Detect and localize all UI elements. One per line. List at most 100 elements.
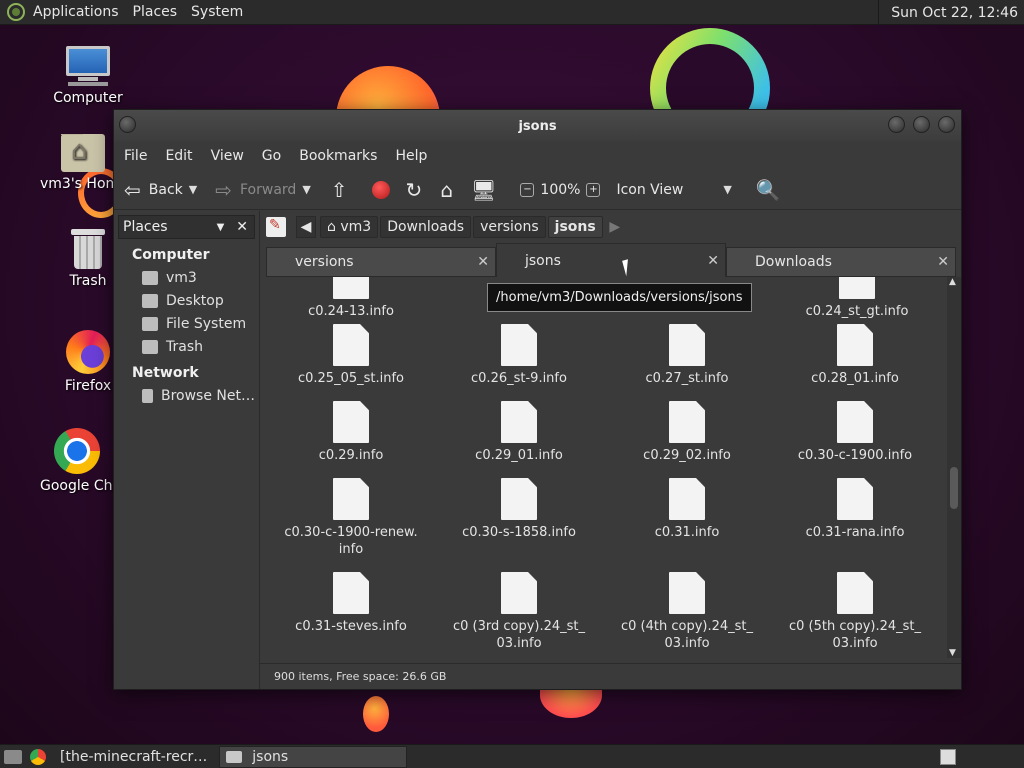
minimize-button[interactable] — [888, 116, 905, 133]
file-name: c0.29.info — [318, 448, 384, 463]
sidebar-item-trash[interactable]: Trash — [118, 336, 255, 359]
firefox-icon — [66, 330, 110, 374]
stop-button[interactable] — [371, 180, 390, 199]
up-button[interactable]: ⇧ — [331, 180, 356, 200]
back-history-dropdown-icon[interactable]: ▼ — [189, 183, 197, 196]
sidebar-item-desktop[interactable]: Desktop — [118, 290, 255, 313]
forward-arrow-icon: ⇨ — [215, 177, 232, 202]
chrome-icon — [30, 748, 46, 765]
status-text: 900 items, Free space: 26.6 GB — [274, 670, 447, 683]
distro-logo-icon[interactable] — [7, 3, 25, 21]
file-item[interactable]: c0.29_02.info — [602, 401, 772, 464]
file-item[interactable]: c0 (5th copy).24_st_ 03.info — [770, 572, 940, 652]
zoom-out-button[interactable]: − — [514, 182, 540, 197]
desktop-icon-computer[interactable]: Computer — [40, 46, 136, 106]
file-name: c0.24_st_gt.info — [805, 304, 909, 319]
file-item[interactable]: c0.24_st_gt.info — [772, 277, 942, 320]
close-icon[interactable]: ✕ — [937, 254, 949, 270]
tab-jsons[interactable]: jsons ✕ — [496, 243, 726, 277]
sidebar-item-file-system[interactable]: File System — [118, 313, 255, 336]
view-mode-select[interactable]: Icon View ▼ — [616, 182, 731, 198]
taskbar-item-chrome[interactable]: [the-minecraft-recr… — [54, 746, 215, 768]
menu-view[interactable]: View — [211, 148, 244, 164]
path-segment-vm3[interactable]: ⌂ vm3 — [320, 216, 379, 238]
path-segment-jsons[interactable]: jsons — [547, 216, 603, 238]
file-item[interactable]: c0.26_st-9.info — [434, 324, 604, 387]
home-icon — [142, 271, 158, 285]
computer-button[interactable]: 🖥 — [471, 180, 504, 200]
home-button[interactable]: ⌂ — [440, 180, 461, 200]
menubar: File Edit View Go Bookmarks Help — [114, 142, 961, 170]
file-name: c0.24-13.info — [308, 304, 394, 319]
trash-icon — [142, 340, 158, 354]
path-scroll-left-button[interactable]: ◀ — [296, 216, 316, 238]
menu-help[interactable]: Help — [395, 148, 427, 164]
menu-edit[interactable]: Edit — [165, 148, 192, 164]
vertical-scrollbar[interactable]: ▲ ▼ — [947, 277, 961, 658]
forward-history-dropdown-icon[interactable]: ▼ — [302, 183, 310, 196]
zoom-level[interactable]: 100% — [540, 182, 580, 198]
file-item[interactable]: c0.29_01.info — [434, 401, 604, 464]
file-name: c0.31-steves.info — [295, 619, 407, 634]
clock[interactable]: Sun Oct 22, 12:46 — [878, 0, 1024, 25]
path-segment-versions[interactable]: versions — [473, 216, 546, 238]
file-item[interactable]: c0.30-c-1900-renew. info — [266, 478, 436, 558]
back-button[interactable]: ⇦ Back ▼ — [124, 180, 197, 200]
file-icon — [837, 572, 873, 614]
menu-file[interactable]: File — [124, 148, 147, 164]
tab-versions[interactable]: versions ✕ — [266, 247, 496, 277]
sidebar-header[interactable]: Places ▼ ✕ — [118, 215, 255, 239]
file-item[interactable]: c0.29.info — [266, 401, 436, 464]
path-segment-downloads[interactable]: Downloads — [380, 216, 472, 238]
computer-icon: 🖥 — [471, 177, 497, 202]
taskbar-item-label: jsons — [252, 748, 289, 765]
close-icon[interactable]: ✕ — [707, 253, 719, 269]
tab-downloads[interactable]: Downloads ✕ — [726, 247, 956, 277]
scroll-down-icon[interactable]: ▼ — [949, 648, 956, 658]
menu-places[interactable]: Places — [133, 4, 178, 20]
desktop-icon-label: Trash — [69, 273, 107, 289]
forward-label: Forward — [240, 181, 297, 198]
home-folder-icon — [61, 134, 105, 172]
chevron-down-icon: ▼ — [216, 221, 225, 233]
close-icon[interactable]: ✕ — [477, 254, 489, 270]
forward-button[interactable]: ⇨ Forward ▼ — [215, 180, 311, 200]
file-item[interactable]: c0.24-13.info — [266, 277, 436, 320]
workspace-switcher[interactable] — [940, 749, 956, 765]
file-item[interactable]: c0.30-s-1858.info — [434, 478, 604, 541]
taskbar-item-jsons[interactable]: jsons — [219, 745, 408, 768]
file-item[interactable]: c0 (4th copy).24_st_ 03.info — [602, 572, 772, 652]
file-item[interactable]: c0.31.info — [602, 478, 772, 541]
window-titlebar[interactable]: jsons — [114, 110, 961, 142]
close-button[interactable] — [938, 116, 955, 133]
file-item[interactable]: c0.27_st.info — [602, 324, 772, 387]
file-item[interactable]: c0 (3rd copy).24_st_ 03.info — [434, 572, 604, 652]
window-menu-button[interactable] — [119, 116, 136, 133]
maximize-button[interactable] — [913, 116, 930, 133]
zoom-in-button[interactable]: + — [580, 182, 606, 197]
reload-button[interactable]: ↻ — [406, 180, 431, 200]
menu-go[interactable]: Go — [262, 148, 281, 164]
search-button[interactable]: 🔍 — [756, 178, 781, 202]
scroll-up-icon[interactable]: ▲ — [949, 277, 956, 287]
scrollbar-thumb[interactable] — [950, 467, 958, 509]
menu-system[interactable]: System — [191, 4, 243, 20]
file-icon — [333, 572, 369, 614]
file-item[interactable]: c0.28_01.info — [770, 324, 940, 387]
sidebar-item-browse-network[interactable]: Browse Net… — [118, 385, 255, 408]
desktop-icon-chrome[interactable]: Google Chrome — [40, 428, 113, 494]
path-scroll-right-button[interactable]: ▶ — [605, 216, 625, 238]
menu-bookmarks[interactable]: Bookmarks — [299, 148, 377, 164]
file-item[interactable]: c0.30-c-1900.info — [770, 401, 940, 464]
show-desktop-icon[interactable] — [4, 749, 22, 764]
file-item[interactable]: c0.25_05_st.info — [266, 324, 436, 387]
file-manager-window: jsons File Edit View Go Bookmarks Help ⇦… — [113, 109, 962, 690]
menu-applications[interactable]: Applications — [33, 4, 119, 20]
file-icon — [837, 478, 873, 520]
file-item[interactable]: c0.31-rana.info — [770, 478, 940, 541]
close-icon[interactable]: ✕ — [236, 219, 248, 235]
desktop-icon — [142, 294, 158, 308]
toggle-location-entry-icon[interactable] — [266, 217, 286, 237]
file-item[interactable]: c0.31-steves.info — [266, 572, 436, 635]
sidebar-item-vm3[interactable]: vm3 — [118, 267, 255, 290]
